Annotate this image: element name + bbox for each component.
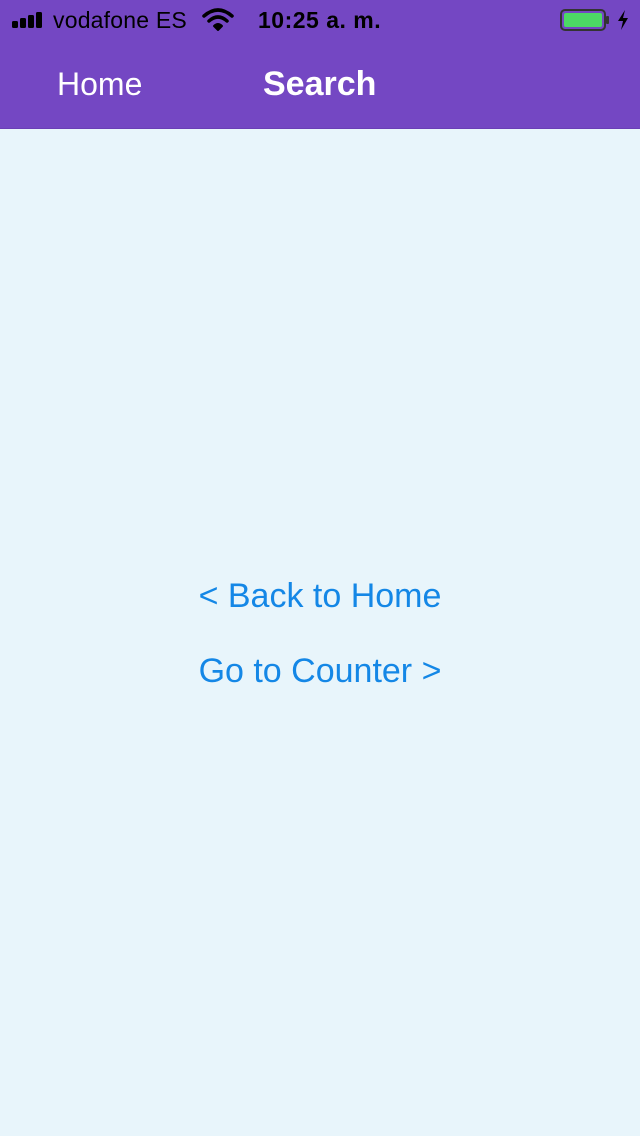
signal-bars-icon — [12, 12, 48, 28]
back-to-home-link[interactable]: < Back to Home — [0, 575, 640, 617]
battery-icon — [560, 9, 609, 31]
screen: vodafone ES 10:25 a. m. Home Search < Ba… — [0, 0, 640, 1136]
nav-back-home-button[interactable]: Home — [57, 65, 142, 103]
main-content: < Back to Home Go to Counter > — [0, 129, 640, 1136]
charging-bolt-icon — [618, 10, 628, 30]
carrier-name: vodafone ES — [53, 7, 187, 33]
wifi-icon — [202, 8, 234, 31]
go-to-counter-link[interactable]: Go to Counter > — [0, 650, 640, 692]
status-bar: vodafone ES 10:25 a. m. — [0, 0, 640, 40]
navigation-bar: Home Search — [0, 40, 640, 128]
page-title: Search — [263, 65, 377, 103]
header: vodafone ES 10:25 a. m. Home Search — [0, 0, 640, 129]
status-time: 10:25 a. m. — [258, 7, 382, 33]
